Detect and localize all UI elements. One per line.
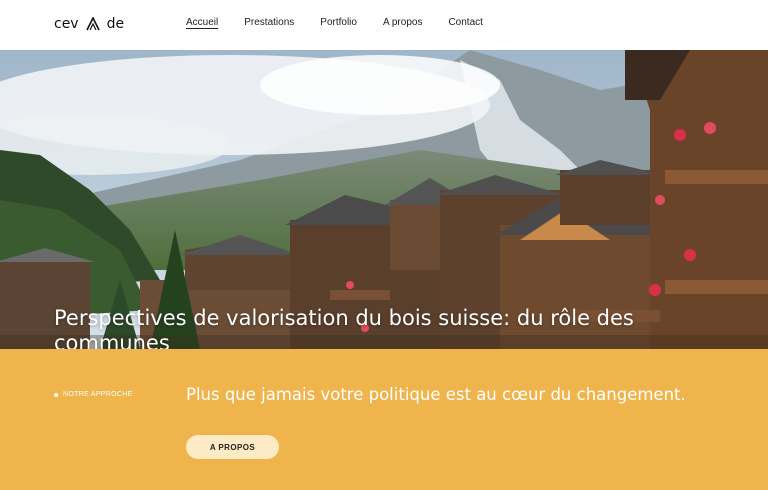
hero-title: Perspectives de valorisation du bois sui… (54, 306, 634, 349)
bullet-dot-icon (54, 392, 58, 397)
logo-text-right: de (106, 16, 125, 32)
logo-text-left: cev (54, 16, 79, 32)
mountain-village-photo (0, 50, 768, 349)
hero-section: Perspectives de valorisation du bois sui… (0, 50, 768, 349)
main-nav: Accueil Prestations Portfolio A propos C… (186, 17, 509, 28)
nav-prestations[interactable]: Prestations (244, 17, 294, 28)
approach-eyebrow: NOTRE APPROCHE (54, 391, 133, 398)
cevade-logo[interactable]: cev de (54, 14, 124, 34)
a-propos-button[interactable]: A PROPOS (186, 435, 279, 459)
nav-accueil[interactable]: Accueil (186, 17, 218, 28)
approach-tagline: Plus que jamais votre politique est au c… (186, 385, 686, 404)
nav-a-propos[interactable]: A propos (383, 17, 422, 28)
approach-section: NOTRE APPROCHE Plus que jamais votre pol… (0, 349, 768, 490)
eyebrow-label: NOTRE APPROCHE (63, 391, 133, 398)
site-header: cev de Accueil Prestations Portfolio A p… (0, 0, 768, 50)
logo-a-icon (85, 17, 100, 31)
nav-contact[interactable]: Contact (448, 17, 482, 28)
nav-portfolio[interactable]: Portfolio (320, 17, 357, 28)
